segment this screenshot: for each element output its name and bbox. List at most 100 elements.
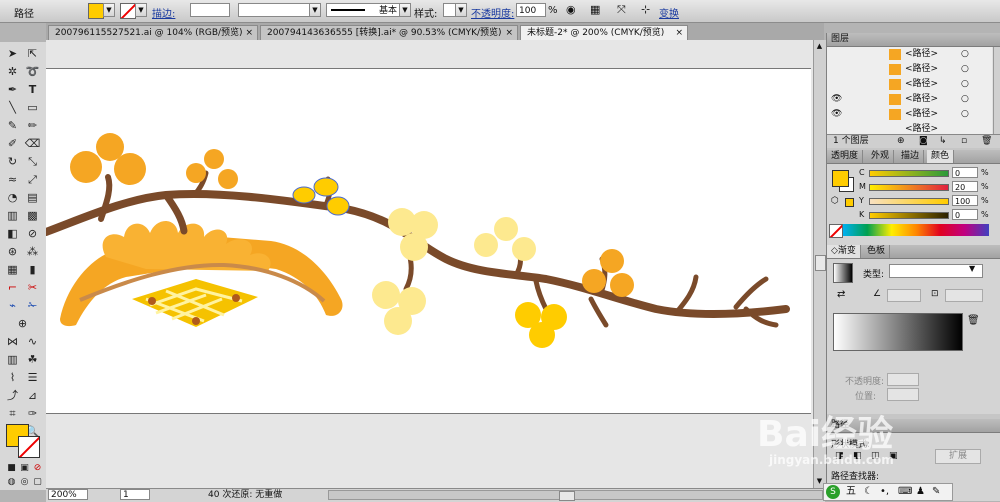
ime-mode-label[interactable]: 五 bbox=[846, 484, 856, 500]
slider-c[interactable] bbox=[869, 170, 949, 177]
gold-clover-small[interactable] bbox=[186, 149, 238, 189]
close-icon[interactable]: × bbox=[675, 26, 683, 40]
artboard[interactable] bbox=[42, 68, 811, 414]
selection-tool-icon[interactable]: ➤ bbox=[3, 46, 22, 62]
stroke-weight-input[interactable] bbox=[190, 3, 230, 17]
eyedropper-tool-icon[interactable]: ⊘ bbox=[23, 226, 42, 242]
close-icon[interactable]: × bbox=[245, 26, 253, 40]
magic-wand-tool-icon[interactable]: ✲ bbox=[3, 64, 22, 80]
grid-icon[interactable]: ⊹ bbox=[641, 3, 650, 16]
keyboard-icon[interactable]: ⌨ bbox=[898, 484, 912, 500]
scroll-up-icon[interactable]: ▲ bbox=[815, 42, 824, 51]
page-select[interactable]: 1 bbox=[120, 489, 150, 500]
live-paint-tool-icon[interactable]: ▤ bbox=[23, 190, 42, 206]
pale-clover-2[interactable] bbox=[372, 281, 426, 335]
angle-input[interactable] bbox=[887, 289, 921, 302]
pen-tool-icon[interactable]: ✒ bbox=[3, 82, 22, 98]
stroke-dropdown[interactable]: ▼ bbox=[135, 3, 147, 17]
tab-swatches[interactable]: 色板 bbox=[863, 245, 891, 258]
tab-stroke[interactable]: 描边 bbox=[897, 150, 925, 163]
branch-twig[interactable] bbox=[673, 274, 699, 316]
recolor-icon[interactable]: ◉ bbox=[566, 3, 576, 16]
slider-y[interactable] bbox=[869, 198, 949, 205]
width-tool-icon[interactable]: ⋈ bbox=[3, 334, 22, 350]
crop-tool-icon[interactable]: ⌗ bbox=[3, 406, 22, 422]
expand-button[interactable]: 扩展 bbox=[935, 449, 981, 464]
symbol-sprayer-tool-icon[interactable]: ⁂ bbox=[23, 244, 42, 260]
tab-appearance[interactable]: 外观 bbox=[867, 150, 895, 163]
measure-tool-icon[interactable]: ⊿ bbox=[23, 388, 42, 404]
blend-tool-icon[interactable]: ⊛ bbox=[3, 244, 22, 260]
align-icon[interactable]: ▦ bbox=[590, 3, 600, 16]
new-layer-icon[interactable]: ▫ bbox=[961, 135, 967, 148]
stroke-swatch[interactable] bbox=[120, 3, 136, 19]
branch-twig[interactable] bbox=[533, 278, 549, 312]
blob-brush-tool-icon[interactable]: ✐ bbox=[3, 136, 22, 152]
trash-icon[interactable]: 🗑 bbox=[967, 315, 980, 326]
knife-tool-icon[interactable]: ⌁ bbox=[3, 298, 22, 314]
delete-layer-icon[interactable]: 🗑 bbox=[981, 135, 992, 148]
gold-clover-right[interactable] bbox=[582, 249, 634, 297]
isolate-icon[interactable]: ⤧ bbox=[617, 3, 626, 17]
doc-tab-2[interactable]: 200794143636555 [转换].ai* @ 90.53% (CMYK/… bbox=[260, 25, 518, 40]
layers-scrollbar[interactable] bbox=[993, 47, 1000, 139]
slider-m[interactable] bbox=[869, 184, 949, 191]
eyedrop-tool-icon[interactable]: ⤴ bbox=[3, 388, 22, 404]
fill-swatch[interactable] bbox=[88, 3, 104, 19]
list-tool-icon[interactable]: ☰ bbox=[23, 370, 42, 386]
input-m[interactable]: 20 bbox=[952, 181, 978, 192]
rotate-tool-icon[interactable]: ↻ bbox=[3, 154, 22, 170]
layer-row[interactable]: 👁 <路径> ○ bbox=[827, 107, 992, 123]
gradient-tool-icon[interactable]: ◧ bbox=[3, 226, 22, 242]
variable-width-select[interactable] bbox=[238, 3, 320, 17]
diamond-lattice[interactable] bbox=[132, 279, 258, 327]
opacity-link[interactable]: 不透明度: bbox=[471, 5, 514, 20]
input-y[interactable]: 100 bbox=[952, 195, 978, 206]
line-tool-icon[interactable]: ╲ bbox=[3, 100, 22, 116]
brush-select[interactable]: 基本 bbox=[326, 3, 406, 17]
layer-row[interactable]: <路径> ○ bbox=[827, 77, 992, 93]
slice-tool-icon[interactable]: ✂ bbox=[23, 280, 42, 296]
aspect-input[interactable] bbox=[945, 289, 983, 302]
input-c[interactable]: 0 bbox=[952, 167, 978, 178]
fill-dropdown[interactable]: ▼ bbox=[103, 3, 115, 17]
gradient-position-input[interactable] bbox=[887, 388, 919, 401]
zoom-select[interactable]: 200% bbox=[48, 489, 88, 500]
horizontal-scrollbar[interactable] bbox=[328, 490, 823, 501]
tab-gradient[interactable]: ◇渐变 bbox=[827, 245, 861, 258]
variable-width-dropdown[interactable]: ▼ bbox=[309, 3, 321, 17]
shape-builder-tool-icon[interactable]: ◔ bbox=[3, 190, 22, 206]
tab-transparency[interactable]: 透明度 bbox=[827, 150, 864, 163]
paint-tool-icon[interactable]: ✑ bbox=[23, 406, 42, 422]
scissors-tool-icon[interactable]: ✁ bbox=[23, 298, 42, 314]
eraser-tool-icon[interactable]: ⌫ bbox=[23, 136, 42, 152]
branch-twig[interactable] bbox=[588, 296, 609, 328]
make-clip-icon[interactable]: ◙ bbox=[919, 135, 928, 148]
scroll-thumb[interactable] bbox=[815, 255, 826, 271]
hscroll-thumb[interactable] bbox=[559, 491, 575, 501]
reverse-gradient-icon[interactable]: ⇄ bbox=[837, 289, 845, 300]
scale-tool-icon[interactable]: ⤡ bbox=[23, 154, 42, 170]
canvas-area[interactable] bbox=[42, 40, 813, 488]
doc-tab-3[interactable]: 未标题-2* @ 200% (CMYK/预览) × bbox=[520, 25, 688, 40]
sogou-icon[interactable]: S bbox=[826, 485, 840, 499]
none-color-swatch[interactable] bbox=[829, 224, 843, 238]
paintbrush-tool-icon[interactable]: ✎ bbox=[3, 118, 22, 134]
gradient-slider[interactable] bbox=[833, 313, 963, 351]
new-sublayer-icon[interactable]: ↳ bbox=[939, 135, 947, 148]
free-transform-tool-icon[interactable]: ⤢ bbox=[23, 172, 42, 188]
warp-tool-icon[interactable]: ≈ bbox=[3, 172, 22, 188]
branch-twig[interactable] bbox=[733, 276, 769, 310]
mesh-tool-icon[interactable]: ▩ bbox=[23, 208, 42, 224]
transform-link[interactable]: 变换 bbox=[659, 5, 679, 20]
layer-row[interactable]: <路径> ○ bbox=[827, 62, 992, 78]
color-spectrum[interactable] bbox=[843, 224, 989, 236]
gradient-opacity-input[interactable] bbox=[887, 373, 919, 386]
crosshair-icon[interactable]: ⊕ bbox=[13, 316, 32, 332]
stroke-link[interactable]: 描边: bbox=[152, 5, 175, 20]
artwork[interactable] bbox=[42, 69, 811, 413]
close-icon[interactable]: × bbox=[505, 26, 513, 40]
envelope-tool-icon[interactable]: ∿ bbox=[23, 334, 42, 350]
screen-mode-icon[interactable]: ▢ bbox=[28, 474, 47, 490]
yellow-clover-lower[interactable] bbox=[515, 302, 567, 348]
